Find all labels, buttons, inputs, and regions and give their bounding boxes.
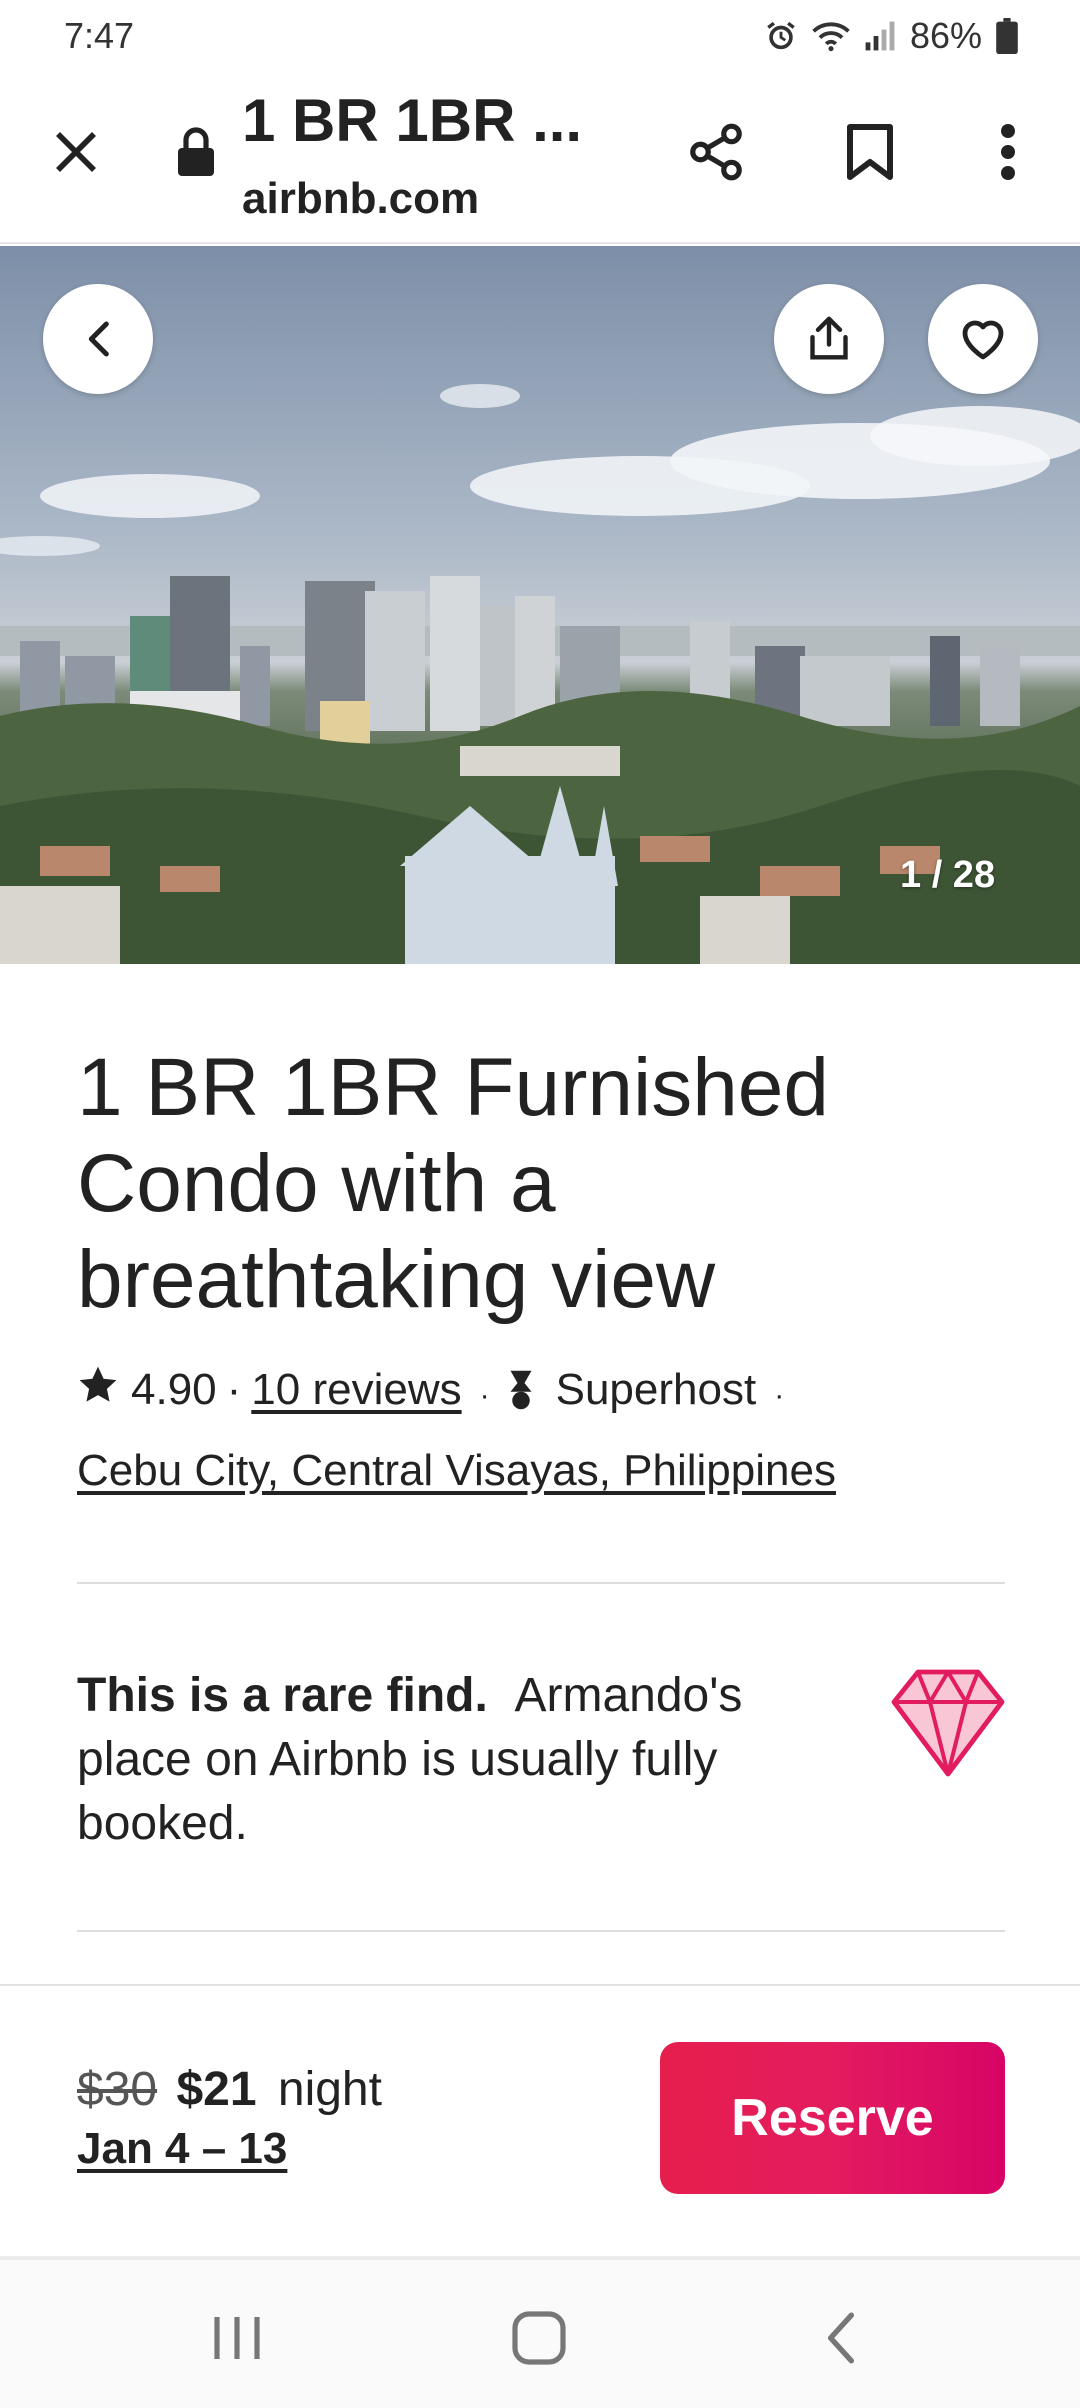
status-icons: 86% — [764, 15, 1018, 57]
reserve-bar: $30 $21 night Jan 4 – 13 Reserve — [0, 1984, 1080, 2252]
status-time: 7:47 — [64, 15, 135, 56]
photo-counter: 1 / 28 — [900, 854, 996, 896]
reviews-link[interactable]: 10 reviews — [251, 1365, 461, 1415]
alarm-icon — [764, 19, 798, 53]
meta-separator: · — [226, 1365, 242, 1414]
screen: 7:47 86% 1 BR 1BR ... airbnb.com 1 / 28 … — [0, 0, 1080, 2408]
reserve-button[interactable]: Reserve — [660, 2042, 1005, 2194]
divider — [77, 1582, 1005, 1584]
status-bar: 7:47 86% — [0, 0, 1080, 72]
battery-icon — [996, 18, 1018, 54]
rare-find-message: This is a rare find. Armando's place on … — [77, 1664, 797, 1856]
rating-value: 4.90 — [131, 1365, 217, 1414]
system-nav-bar — [0, 2256, 1080, 2408]
battery-level: 86% — [909, 15, 982, 56]
heart-icon[interactable] — [928, 284, 1038, 394]
close-icon[interactable] — [40, 116, 112, 188]
page-domain[interactable]: airbnb.com — [242, 174, 479, 224]
page-title[interactable]: 1 BR 1BR ... — [242, 86, 582, 155]
listing-title: 1 BR 1BR Furnished Condo with a breathta… — [77, 1042, 830, 1325]
signal-icon — [864, 19, 896, 53]
share-icon[interactable] — [680, 116, 752, 188]
meta-separator: · — [774, 1379, 785, 1412]
listing-photo[interactable]: 1 / 28 — [0, 246, 1080, 964]
price-line: $30 $21 night — [77, 2062, 382, 2117]
bookmark-icon[interactable] — [834, 116, 906, 188]
lock-icon — [176, 126, 216, 178]
upload-icon[interactable] — [774, 284, 884, 394]
back-icon[interactable] — [796, 2298, 886, 2378]
listing-meta: 4.90 · 10 reviews · Superhost · — [77, 1360, 802, 1420]
divider — [77, 1930, 1005, 1932]
rare-find-headline: This is a rare find. — [77, 1669, 488, 1722]
discounted-price: $21 — [176, 2063, 257, 2116]
wifi-icon — [812, 19, 850, 53]
more-icon[interactable] — [972, 116, 1044, 188]
diamond-icon — [890, 1666, 1006, 1783]
star-icon — [77, 1364, 119, 1417]
superhost-badge: Superhost — [555, 1365, 757, 1414]
superhost-icon — [508, 1369, 534, 1411]
browser-toolbar: 1 BR 1BR ... airbnb.com — [0, 72, 1080, 244]
location-link[interactable]: Cebu City, Central Visayas, Philippines — [77, 1446, 836, 1496]
meta-separator: · — [479, 1379, 490, 1412]
price-unit: night — [277, 2063, 382, 2116]
date-range-link[interactable]: Jan 4 – 13 — [77, 2124, 287, 2174]
back-arrow-icon[interactable] — [43, 284, 153, 394]
original-price: $30 — [77, 2063, 158, 2116]
recent-apps-icon[interactable] — [192, 2298, 282, 2378]
home-icon[interactable] — [494, 2298, 584, 2378]
